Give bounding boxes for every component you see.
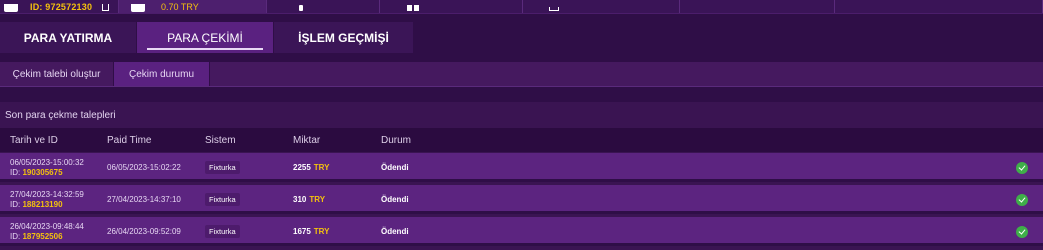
request-id: ID: 188213190 [10,200,63,210]
tab-deposit-label: PARA YATIRMA [23,30,113,45]
payment-system: Fixturka [205,217,240,246]
request-id-prefix: ID: [10,167,21,177]
request-id-value: 190305675 [22,167,63,177]
table-row[interactable]: 06/05/2023-15:00:32 ID: 190305675 06/05/… [0,153,1043,182]
request-id-value: 187952506 [22,231,63,241]
request-date: 06/05/2023-15:00:32 [10,157,84,167]
request-id-prefix: ID: [10,199,21,209]
topbar-item-4[interactable] [680,0,835,13]
request-id: ID: 190305675 [10,168,63,178]
tab-history-label: İŞLEM GEÇMİŞİ [298,30,389,45]
bell-icon [299,5,303,11]
request-date-id: 26/04/2023-09:48:44 ID: 187952506 [10,217,84,246]
payment-system-badge: Fixturka [205,225,240,238]
payment-system: Fixturka [205,153,240,182]
tab-deposit[interactable]: PARA YATIRMA [0,22,137,53]
gift-icon [549,7,559,11]
topbar-filler [835,0,1043,13]
column-header-system: Sistem [205,134,236,146]
amount-value: 1675 [293,227,311,236]
payment-system-badge: Fixturka [205,193,240,206]
table-row[interactable]: 27/04/2023-14:32:59 ID: 188213190 27/04/… [0,185,1043,214]
status-text: Ödendi [381,227,409,236]
amount-currency: TRY [313,163,330,172]
account-id-segment: ID: 972572130 [0,0,119,13]
paid-time: 26/04/2023-09:52:09 [107,227,181,236]
balance-segment[interactable]: 0.70 TRY [119,0,267,13]
column-header-paid-time: Paid Time [107,134,152,146]
balance-value: 0.70 TRY [161,2,199,12]
request-date-id: 06/05/2023-15:00:32 ID: 190305675 [10,153,84,182]
tab-withdraw[interactable]: PARA ÇEKİMİ [137,22,274,53]
check-circle-icon [1016,162,1028,174]
table-row[interactable]: 26/04/2023-09:48:44 ID: 187952506 26/04/… [0,217,1043,246]
amount: 310 TRY [293,185,325,214]
grid-icon [407,5,419,11]
copy-icon[interactable] [102,4,110,11]
withdraw-requests-panel: Son para çekme talepleri Tarih ve ID Pai… [0,102,1043,250]
sub-tabs: Çekim talebi oluştur Çekim durumu [0,62,1043,87]
request-date: 26/04/2023-09:48:44 [10,221,84,231]
tab-history[interactable]: İŞLEM GEÇMİŞİ [274,22,414,53]
amount-currency: TRY [309,195,326,204]
account-id: ID: 972572130 [30,2,93,12]
payment-system-badge: Fixturka [205,161,240,174]
request-date-id: 27/04/2023-14:32:59 ID: 188213190 [10,185,84,214]
main-tabs: PARA YATIRMA PARA ÇEKİMİ İŞLEM GEÇMİŞİ [0,22,414,53]
payment-system: Fixturka [205,185,240,214]
check-circle-icon [1016,226,1028,238]
paid-time: 27/04/2023-14:37:10 [107,195,181,204]
request-id-prefix: ID: [10,231,21,241]
column-header-date-id: Tarih ve ID [10,134,58,146]
topbar-item-1[interactable] [267,0,380,13]
subtab-create-request[interactable]: Çekim talebi oluştur [0,62,114,86]
topbar-item-3[interactable] [523,0,680,13]
request-date: 27/04/2023-14:32:59 [10,189,84,199]
tab-withdraw-label: PARA ÇEKİMİ [167,30,243,45]
subtab-create-request-label: Çekim talebi oluştur [12,68,101,80]
topbar-item-2[interactable] [380,0,523,13]
status-text: Ödendi [381,195,409,204]
paid-time: 06/05/2023-15:02:22 [107,163,181,172]
subtab-withdraw-status-label: Çekim durumu [128,68,195,80]
request-id: ID: 187952506 [10,232,63,242]
check-circle-icon [1016,194,1028,206]
panel-title: Son para çekme talepleri [5,110,116,121]
amount: 2255 TRY [293,153,330,182]
column-header-amount: Miktar [293,134,321,146]
subtab-withdraw-status[interactable]: Çekim durumu [114,62,210,86]
account-bar: ID: 972572130 0.70 TRY [0,0,1043,14]
amount-currency: TRY [313,227,330,236]
amount-value: 2255 [293,163,311,172]
user-icon [4,4,18,12]
column-header-status: Durum [381,134,412,146]
amount: 1675 TRY [293,217,330,246]
table-header: Tarih ve ID Paid Time Sistem Miktar Duru… [0,128,1043,152]
amount-value: 310 [293,195,307,204]
wallet-icon [131,4,145,12]
request-id-value: 188213190 [22,199,63,209]
status-text: Ödendi [381,163,409,172]
